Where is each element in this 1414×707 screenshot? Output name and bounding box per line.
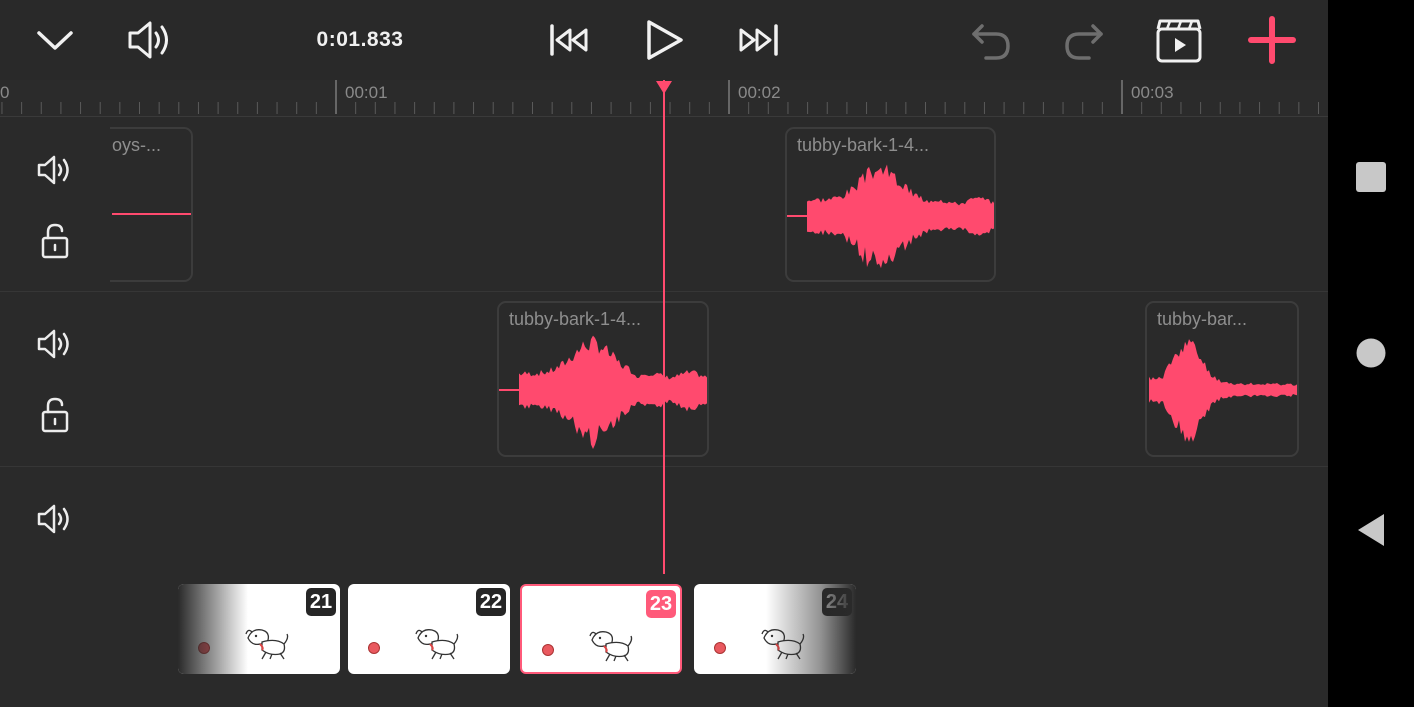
dog-drawing (589, 631, 633, 662)
frame-number: 21 (306, 588, 336, 616)
waveform (1149, 339, 1297, 442)
strip-fade-left (178, 584, 248, 674)
triangle-back-icon[interactable] (1350, 508, 1392, 552)
track-volume-icon[interactable] (30, 151, 80, 189)
waveform-shape (519, 335, 707, 449)
audio-clip[interactable]: tubby-bark-1-4... (785, 127, 996, 282)
frame-thumbnail-23-selected[interactable]: 23 (520, 584, 682, 674)
lock-open-icon[interactable] (36, 221, 74, 261)
record-dot (542, 644, 554, 656)
audio-clip[interactable]: tubby-bar... (1145, 301, 1299, 457)
frame-strip: 21 22 23 24 (0, 574, 1328, 707)
clapperboard-icon[interactable] (1152, 16, 1206, 64)
skip-to-start-icon[interactable] (544, 20, 594, 60)
frame-number: 23 (646, 590, 676, 618)
track-2-clips: tubby-bark-1-4... tubby-bar... (110, 291, 1328, 466)
ruler-label-3s: 00:03 (1131, 83, 1174, 102)
waveform-shape (1149, 339, 1297, 442)
playhead[interactable] (656, 80, 672, 575)
undo-icon[interactable] (965, 18, 1017, 64)
audio-clip[interactable]: tubby-bark-1-4... (497, 301, 709, 457)
frame-number: 22 (476, 588, 506, 616)
chevron-down-icon[interactable] (30, 18, 80, 62)
play-icon[interactable] (638, 16, 690, 64)
ruler-label-1s: 00:01 (345, 83, 388, 102)
animation-editor: 0:01.833 0 00:01 00:02 00:03 oys-... tub… (0, 0, 1328, 707)
frame-thumbnail-21[interactable]: 21 (178, 584, 340, 674)
square-recents-icon[interactable] (1350, 156, 1392, 198)
waveform (787, 164, 994, 269)
audio-clip[interactable]: oys-... (110, 127, 193, 282)
dog-drawing (415, 629, 459, 660)
record-dot (714, 642, 726, 654)
skip-to-end-icon[interactable] (733, 20, 783, 60)
track-volume-icon[interactable] (30, 500, 80, 538)
flat-waveform (112, 213, 191, 215)
system-navigation-bar (1328, 0, 1414, 707)
record-dot (368, 642, 380, 654)
top-toolbar: 0:01.833 (0, 0, 1328, 81)
lock-open-icon[interactable] (36, 395, 74, 435)
track-1-clips: oys-... tubby-bark-1-4... (110, 117, 1328, 291)
strip-fade-right (766, 584, 856, 674)
ruler-label-0: 0 (0, 83, 10, 102)
waveform (499, 335, 707, 449)
track-volume-icon[interactable] (30, 325, 80, 363)
frame-thumbnail-22[interactable]: 22 (348, 584, 510, 674)
circle-home-icon[interactable] (1350, 332, 1392, 374)
clip-name: oys-... (112, 135, 162, 155)
frame-thumbnail-24[interactable]: 24 (694, 584, 856, 674)
volume-icon[interactable] (122, 16, 176, 64)
current-time: 0:01.833 (316, 28, 404, 51)
redo-icon[interactable] (1058, 18, 1110, 64)
waveform-shape (807, 164, 994, 269)
playhead-marker[interactable] (655, 80, 673, 96)
add-icon[interactable] (1244, 14, 1300, 66)
ruler-label-2s: 00:02 (738, 83, 781, 102)
